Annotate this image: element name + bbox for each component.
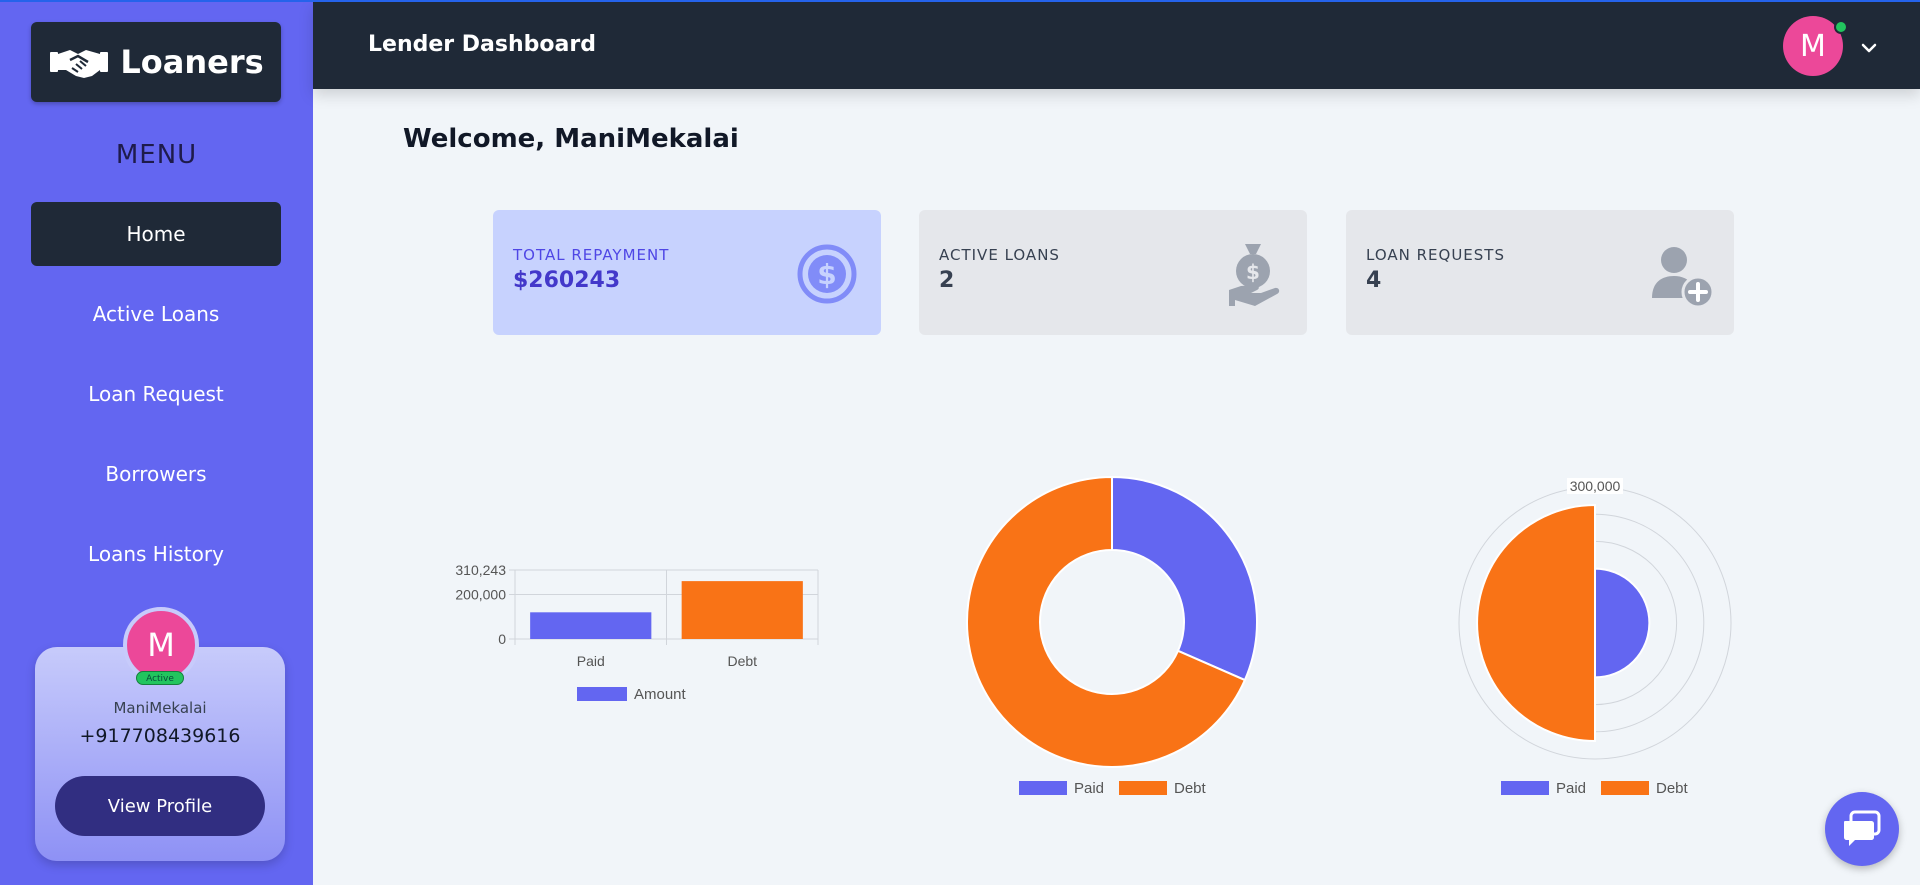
user-add-icon [1652, 247, 1712, 308]
svg-text:$: $ [1246, 260, 1260, 284]
legend-swatch-debt [1601, 781, 1649, 795]
chat-button[interactable] [1825, 792, 1899, 866]
chat-bubble-icon [1844, 810, 1881, 846]
card-label: TOTAL REPAYMENT [513, 246, 670, 264]
legend-label: Paid [1556, 780, 1586, 797]
legend-label: Paid [1074, 780, 1104, 797]
legend-label: Amount [634, 686, 687, 703]
stat-card-active-loans[interactable]: ACTIVE LOANS 2 $ [919, 210, 1307, 335]
bar-chart: 0 200,000 310,243 Paid Debt Amount [455, 562, 819, 703]
legend-swatch-amount [577, 687, 627, 701]
sidebar-item-borrowers[interactable]: Borrowers [31, 442, 281, 506]
online-status-dot [1834, 20, 1848, 34]
r-tick-label: 300,000 [1570, 478, 1621, 494]
stat-card-loan-requests[interactable]: LOAN REQUESTS 4 [1346, 210, 1734, 335]
legend-label: Debt [1656, 780, 1689, 797]
money-bag-hand-icon: $ [1229, 244, 1280, 306]
top-accent-line [0, 0, 1920, 2]
card-value: 4 [1366, 268, 1382, 293]
sidebar: Loaners MENU Home Active Loans Loan Requ… [0, 0, 313, 885]
doughnut-slice-paid [1111, 475, 1258, 682]
chevron-down-icon[interactable] [1859, 38, 1879, 58]
menu-title: MENU [115, 140, 198, 170]
polar-area-chart: 300,000 Paid Debt [1458, 478, 1732, 797]
x-tick-label: Debt [727, 653, 757, 669]
dollar-circle-icon: $ [797, 244, 857, 304]
card-label: LOAN REQUESTS [1366, 246, 1505, 264]
polar-segment-paid [1594, 567, 1651, 679]
legend-swatch-debt [1119, 781, 1167, 795]
stat-card-total-repayment[interactable]: TOTAL REPAYMENT $260243 $ [493, 210, 881, 335]
svg-text:$: $ [817, 258, 836, 291]
sidebar-item-active-loans[interactable]: Active Loans [31, 282, 281, 346]
legend-swatch-paid [1019, 781, 1067, 795]
y-tick-label: 200,000 [455, 587, 506, 603]
profile-card: M Active ManiMekalai +917708439616 View … [35, 607, 285, 861]
card-value: 2 [939, 268, 955, 293]
top-header: Lender Dashboard M [313, 2, 1920, 89]
doughnut-chart: Paid Debt [966, 475, 1258, 797]
y-tick-label: 310,243 [455, 562, 506, 578]
legend-swatch-paid [1501, 781, 1549, 795]
bar-paid [530, 612, 652, 639]
view-profile-button[interactable]: View Profile [55, 776, 265, 836]
sidebar-item-loan-request[interactable]: Loan Request [31, 362, 281, 426]
polar-segment-debt [1476, 504, 1596, 742]
sidebar-item-home[interactable]: Home [31, 202, 281, 266]
card-value: $260243 [513, 268, 621, 293]
legend-label: Debt [1174, 780, 1207, 797]
sidebar-item-loans-history[interactable]: Loans History [31, 522, 281, 586]
handshake-icon [50, 50, 109, 78]
bar-debt [681, 581, 803, 639]
page-title: Lender Dashboard [368, 32, 596, 57]
card-label: ACTIVE LOANS [939, 246, 1060, 264]
status-badge: Active [136, 671, 184, 685]
brand-name: Loaners [120, 43, 264, 81]
y-tick-label: 0 [498, 631, 506, 647]
x-tick-label: Paid [577, 653, 605, 669]
brand-logo[interactable]: Loaners [31, 22, 281, 102]
profile-phone: +917708439616 [79, 725, 241, 747]
profile-name: ManiMekalai [113, 699, 207, 717]
welcome-message: Welcome, ManiMekalai [403, 124, 739, 154]
